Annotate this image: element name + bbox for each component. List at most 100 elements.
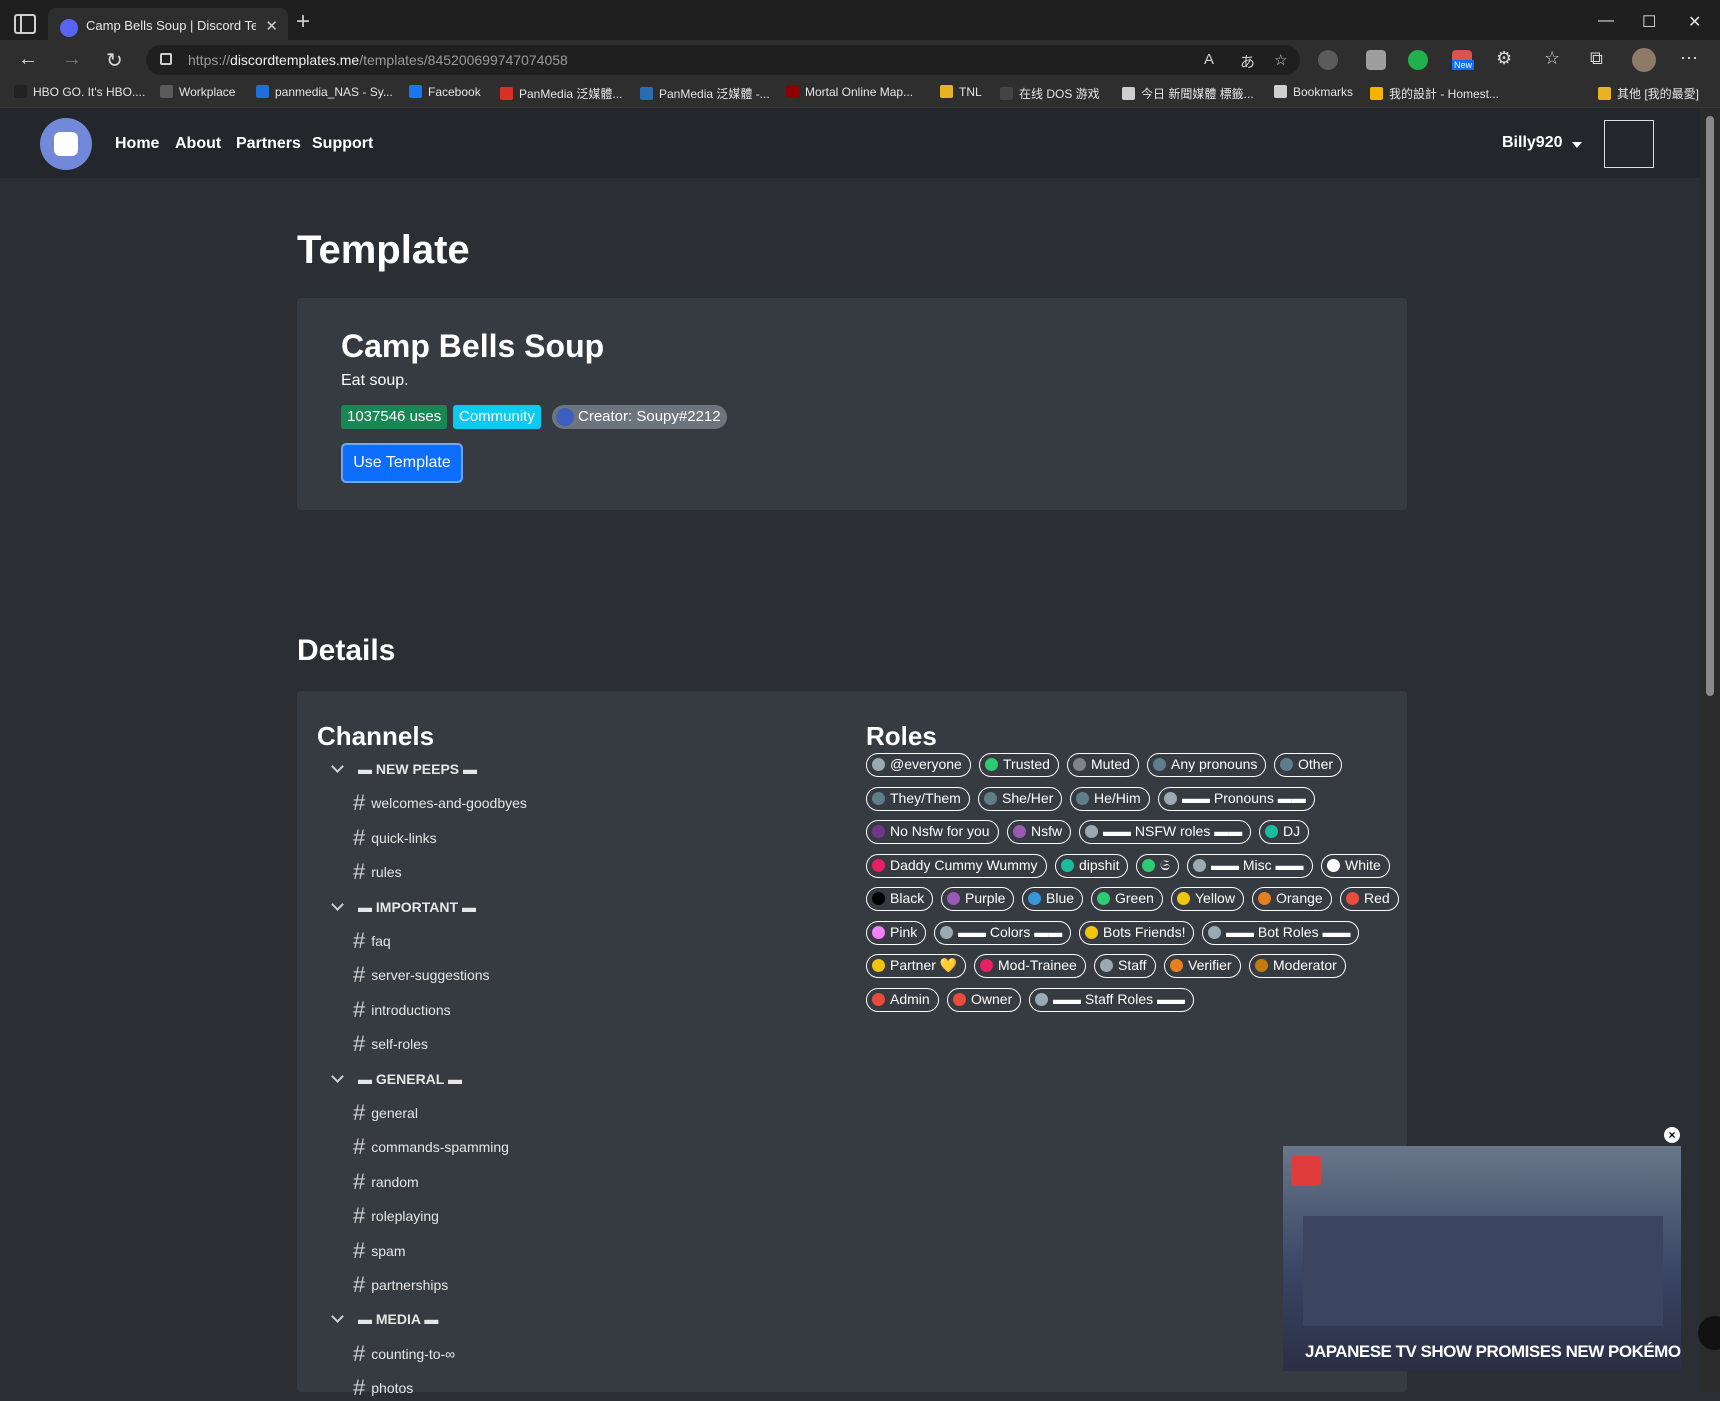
channel-item[interactable]: # photos (353, 1375, 413, 1401)
back-icon[interactable]: ← (18, 48, 38, 71)
bookmark-item[interactable]: Bookmarks (1274, 85, 1353, 99)
collections-icon[interactable]: ⧉ (1590, 48, 1603, 69)
channel-item[interactable]: # general (353, 1100, 418, 1126)
bookmark-icon (940, 85, 953, 98)
discord-templates-logo[interactable] (40, 118, 92, 170)
new-extension-icon[interactable]: New (1452, 50, 1475, 70)
channel-item[interactable]: # partnerships (353, 1272, 448, 1298)
avatar[interactable] (1604, 120, 1654, 168)
scrollbar[interactable] (1700, 108, 1720, 1392)
nav-partners[interactable]: Partners (236, 135, 301, 153)
bookmark-item[interactable]: Mortal Online Map... (786, 85, 913, 99)
bookmark-item[interactable]: Workplace (160, 85, 235, 99)
channel-item[interactable]: # self-roles (353, 1031, 428, 1057)
url-text[interactable]: https://discordtemplates.me/templates/84… (188, 52, 568, 68)
bookmark-icon (1598, 87, 1611, 100)
bookmark-icon (256, 85, 269, 98)
channel-item[interactable]: # rules (353, 859, 402, 885)
role-color-dot (953, 992, 966, 1006)
favorite-add-icon[interactable]: ☆ (1274, 51, 1287, 69)
nav-about[interactable]: About (175, 135, 221, 153)
user-menu[interactable]: Billy920 (1502, 134, 1562, 152)
role-color-dot (1327, 858, 1340, 872)
extensions-icon[interactable]: ⚙ (1496, 48, 1512, 69)
bookmark-icon (1370, 87, 1383, 100)
chevron-down-icon[interactable] (1572, 142, 1582, 148)
hash-icon: # (353, 1237, 366, 1263)
bookmark-item[interactable]: 今日 新聞媒體 標籤... (1122, 85, 1254, 102)
role-pill: White (1321, 853, 1390, 878)
channel-name: photos (371, 1380, 414, 1397)
bookmark-item[interactable]: Facebook (409, 85, 481, 99)
bookmark-icon (1274, 85, 1287, 98)
role-color-dot (980, 959, 993, 972)
address-bar[interactable]: https://discordtemplates.me/templates/84… (146, 45, 1300, 75)
channel-item[interactable]: # spam (353, 1238, 405, 1264)
channel-item[interactable]: # roleplaying (353, 1203, 439, 1229)
reload-icon[interactable]: ↻ (106, 48, 123, 73)
lock-icon[interactable] (160, 53, 172, 65)
channel-category[interactable]: ▬ GENERAL ▬ (331, 1069, 462, 1087)
nav-home[interactable]: Home (115, 135, 159, 153)
channel-name: welcomes-and-goodbyes (371, 795, 527, 812)
bookmark-item[interactable]: 在线 DOS 游戏 (1000, 85, 1100, 102)
bookmark-item[interactable]: TNL (940, 85, 982, 99)
minimize-icon[interactable]: — (1598, 12, 1614, 30)
channel-item[interactable]: # introductions (353, 997, 451, 1023)
channel-category[interactable]: ▬ IMPORTANT ▬ (331, 897, 476, 915)
channel-item[interactable]: # server-suggestions (353, 962, 490, 988)
more-icon[interactable]: ⋯ (1680, 48, 1698, 69)
bookmark-item[interactable]: PanMedia 泛媒體 -... (640, 85, 770, 102)
tab-actions-icon[interactable] (14, 14, 36, 34)
video-close-icon[interactable]: × (1664, 1127, 1680, 1143)
translate-icon[interactable]: あ (1240, 51, 1255, 72)
chevron-down-icon[interactable] (331, 1310, 344, 1324)
channel-item[interactable]: # faq (353, 928, 391, 954)
read-aloud-icon[interactable]: A (1204, 51, 1214, 68)
close-window-icon[interactable]: ✕ (1688, 12, 1701, 32)
channel-category[interactable]: ▬ NEW PEEPS ▬ (331, 760, 477, 777)
bookmark-item[interactable]: PanMedia 泛媒體... (500, 85, 622, 102)
role-name: Orange (1276, 890, 1323, 906)
channel-name: quick-links (371, 829, 437, 846)
extension-icon[interactable] (1318, 50, 1338, 70)
role-pill: dipshit (1055, 853, 1129, 878)
forward-icon[interactable]: → (62, 48, 82, 71)
nav-support[interactable]: Support (312, 135, 373, 153)
new-tab-icon[interactable]: + (296, 10, 310, 34)
role-color-dot (872, 892, 885, 905)
use-template-button[interactable]: Use Template (341, 443, 463, 483)
channel-item[interactable]: # quick-links (353, 825, 437, 851)
channel-category[interactable]: ▬ MEDIA ▬ (331, 1310, 438, 1327)
bookmark-item[interactable]: 我的設計 - Homest... (1370, 85, 1499, 102)
role-name: Partner 💛 (890, 957, 958, 973)
channel-item[interactable]: # counting-to-∞ (353, 1341, 455, 1367)
role-pill: Muted (1067, 753, 1139, 777)
scrollbar-thumb[interactable] (1706, 116, 1714, 696)
channel-item[interactable]: # random (353, 1169, 419, 1195)
role-pill: ▬▬ Bot Roles ▬▬ (1202, 920, 1360, 945)
bookmark-item[interactable]: panmedia_NAS - Sy... (256, 85, 393, 99)
tab-close-icon[interactable]: ✕ (265, 17, 278, 35)
bookmark-item[interactable]: HBO GO. It's HBO.... (14, 85, 145, 99)
channel-item[interactable]: # commands-spamming (353, 1134, 509, 1160)
video-player[interactable]: JAPANESE TV SHOW PROMISES NEW POKÉMON GA… (1283, 1146, 1681, 1371)
chevron-down-icon[interactable] (331, 897, 344, 911)
bookmark-item[interactable]: 其他 [我的最愛] (1598, 85, 1699, 102)
chevron-down-icon[interactable] (331, 1069, 344, 1083)
favorites-icon[interactable]: ☆ (1544, 48, 1560, 69)
maximize-icon[interactable]: ☐ (1642, 12, 1656, 32)
role-pill: They/Them (866, 786, 970, 811)
channel-item[interactable]: # welcomes-and-goodbyes (353, 790, 527, 816)
role-pill: Daddy Cummy Wummy (866, 853, 1047, 878)
evernote-extension-icon[interactable] (1408, 50, 1428, 70)
role-color-dot (1100, 959, 1113, 972)
profile-avatar[interactable] (1632, 48, 1656, 72)
role-color-dot (872, 825, 885, 838)
role-name: Pink (890, 923, 918, 940)
chevron-down-icon[interactable] (331, 760, 344, 773)
mail-extension-icon[interactable] (1366, 50, 1386, 70)
bookmark-icon (500, 87, 513, 100)
role-pill: Partner 💛 (866, 954, 967, 978)
role-name: Muted (1091, 756, 1130, 772)
